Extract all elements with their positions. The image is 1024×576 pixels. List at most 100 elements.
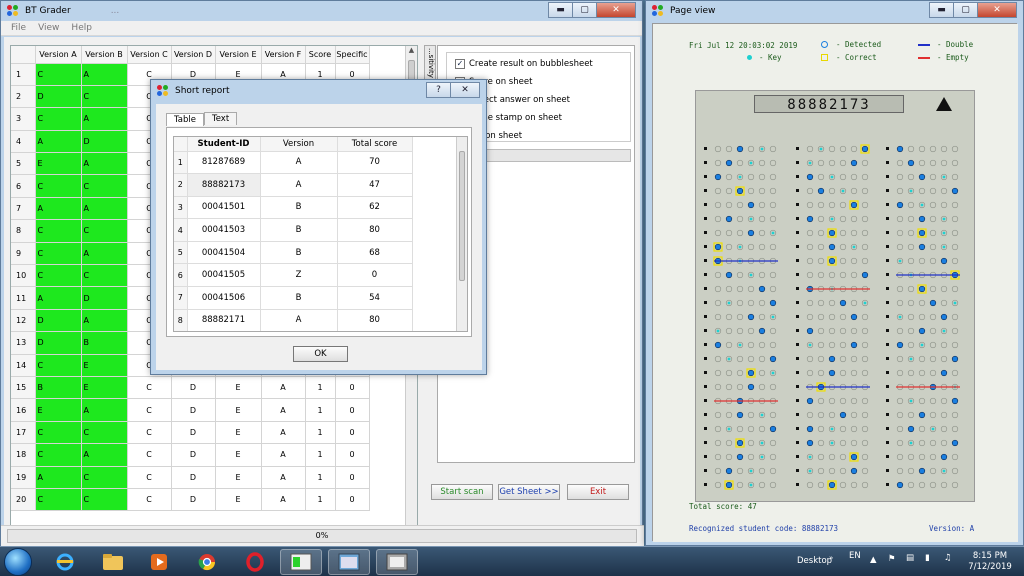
report-cell[interactable]: A: [260, 173, 338, 197]
grid-cell[interactable]: A: [81, 398, 128, 422]
grid-col-header[interactable]: Version D: [171, 46, 216, 64]
table-row[interactable]: 7 00041506 B 54: [174, 286, 413, 310]
grid-cell[interactable]: 1: [305, 466, 336, 489]
media-player-icon[interactable]: [138, 549, 180, 575]
table-row[interactable]: 5 00041504 B 68: [174, 241, 413, 265]
menu-help[interactable]: Help: [71, 23, 92, 33]
grid-cell[interactable]: 0: [335, 398, 370, 422]
grid-col-header[interactable]: Version A: [35, 46, 82, 64]
grid-cell[interactable]: D: [35, 331, 82, 355]
table-row[interactable]: 6 00041505 Z 0: [174, 263, 413, 288]
report-cell[interactable]: 47: [337, 173, 413, 197]
report-table[interactable]: Student-ID Version Total score 1 81287689 A 7…: [173, 136, 468, 332]
grid-cell[interactable]: E: [215, 443, 262, 467]
report-cell[interactable]: 62: [337, 196, 413, 220]
grid-col-header[interactable]: Version E: [215, 46, 262, 64]
start-button[interactable]: [4, 548, 32, 576]
exit-button[interactable]: Exit: [567, 484, 629, 500]
report-cell[interactable]: 81287689: [187, 151, 261, 175]
grid-cell[interactable]: 1: [305, 488, 336, 512]
grid-cell[interactable]: A: [81, 152, 128, 176]
grid-cell[interactable]: C: [81, 85, 128, 109]
language-indicator[interactable]: EN: [849, 551, 861, 561]
grid-cell[interactable]: 1: [305, 443, 336, 467]
grid-cell[interactable]: C: [81, 421, 128, 445]
report-scroll-thumb[interactable]: [459, 151, 465, 281]
table-row[interactable]: 4 00041503 B 80: [174, 218, 413, 242]
grid-cell[interactable]: A: [81, 63, 128, 86]
help-button[interactable]: ?: [426, 82, 451, 98]
grid-cell[interactable]: 0: [335, 488, 370, 512]
grid-cell[interactable]: C: [127, 421, 172, 445]
report-cell[interactable]: B: [260, 286, 338, 310]
grid-cell[interactable]: C: [127, 488, 172, 512]
grid-cell[interactable]: A: [35, 197, 82, 221]
grid-cell[interactable]: C: [35, 63, 82, 86]
close-button[interactable]: ✕: [450, 82, 480, 98]
report-cell[interactable]: B: [260, 241, 338, 265]
table-row[interactable]: 2 88882173 A 47: [174, 173, 413, 197]
file-explorer-icon[interactable]: [92, 549, 134, 575]
report-cell[interactable]: Z: [260, 263, 338, 288]
grid-cell[interactable]: D: [171, 398, 216, 422]
desktop-toolbar-label[interactable]: Desktop: [797, 556, 832, 566]
option-create-result[interactable]: ✓ Create result on bubblesheet: [455, 59, 593, 69]
grid-cell[interactable]: E: [215, 398, 262, 422]
report-taskbar-icon[interactable]: [376, 549, 418, 575]
grid-cell[interactable]: A: [81, 309, 128, 333]
report-cell[interactable]: 80: [337, 218, 413, 242]
tray-expand-icon[interactable]: »: [829, 554, 833, 562]
grid-cell[interactable]: D: [171, 421, 216, 445]
grid-cell[interactable]: E: [215, 466, 262, 489]
grid-cell[interactable]: D: [81, 130, 128, 154]
report-titlebar[interactable]: Short report ? ✕: [151, 80, 486, 102]
grid-cell[interactable]: D: [171, 466, 216, 489]
tab-table[interactable]: Table: [166, 113, 204, 126]
scroll-up-icon[interactable]: ▲: [406, 46, 417, 58]
table-row[interactable]: 18 C A C D E A 1 0: [11, 443, 370, 467]
network-icon[interactable]: ▤: [906, 553, 914, 563]
volume-icon[interactable]: ♫: [944, 553, 952, 563]
grid-cell[interactable]: C: [81, 174, 128, 198]
grid-cell[interactable]: D: [81, 286, 128, 310]
table-row[interactable]: 3 00041501 B 62: [174, 196, 413, 220]
grid-cell[interactable]: C: [35, 242, 82, 266]
grid-cell[interactable]: B: [81, 331, 128, 355]
grid-cell[interactable]: E: [215, 421, 262, 445]
grid-cell[interactable]: A: [81, 107, 128, 131]
grid-col-header[interactable]: Specific: [335, 46, 370, 64]
grid-cell[interactable]: C: [35, 107, 82, 131]
report-scrollbar[interactable]: [456, 137, 467, 331]
grid-cell[interactable]: A: [81, 197, 128, 221]
grid-cell[interactable]: 0: [335, 421, 370, 445]
grid-cell[interactable]: C: [81, 219, 128, 243]
table-row[interactable]: 16 E A C D E A 1 0: [11, 398, 370, 422]
report-col-header[interactable]: Total score: [337, 137, 413, 152]
tray-arrow-icon[interactable]: ▲: [870, 555, 877, 565]
report-cell[interactable]: B: [260, 218, 338, 242]
table-row[interactable]: 1 81287689 A 70: [174, 151, 413, 175]
report-cell[interactable]: 00041503: [187, 218, 261, 242]
grid-cell[interactable]: A: [261, 466, 306, 489]
report-cell[interactable]: 0: [337, 263, 413, 288]
report-cell[interactable]: B: [260, 196, 338, 220]
grid-cell[interactable]: C: [35, 354, 82, 377]
report-col-header[interactable]: Version: [260, 137, 338, 152]
grid-cell[interactable]: A: [35, 466, 82, 489]
grid-cell[interactable]: D: [171, 443, 216, 467]
grid-cell[interactable]: C: [81, 264, 128, 288]
action-center-icon[interactable]: ⚑: [888, 554, 896, 564]
report-cell[interactable]: 88882173: [187, 173, 261, 197]
grid-cell[interactable]: 0: [335, 466, 370, 489]
page-view-canvas[interactable]: Fri Jul 12 20:03:02 2019 - Detected - Do…: [652, 23, 1018, 542]
report-cell[interactable]: A: [260, 309, 338, 331]
grid-cell[interactable]: C: [35, 488, 82, 512]
grid-cell[interactable]: C: [127, 443, 172, 467]
close-button[interactable]: ✕: [977, 2, 1017, 18]
maximize-button[interactable]: ▢: [572, 2, 597, 18]
system-clock[interactable]: 8:15 PM 7/12/2019: [966, 551, 1014, 573]
table-row[interactable]: 20 C C C D E A 1 0: [11, 488, 370, 512]
page-view-taskbar-icon[interactable]: [328, 549, 370, 575]
grid-cell[interactable]: E: [81, 354, 128, 377]
grid-cell[interactable]: C: [81, 466, 128, 489]
